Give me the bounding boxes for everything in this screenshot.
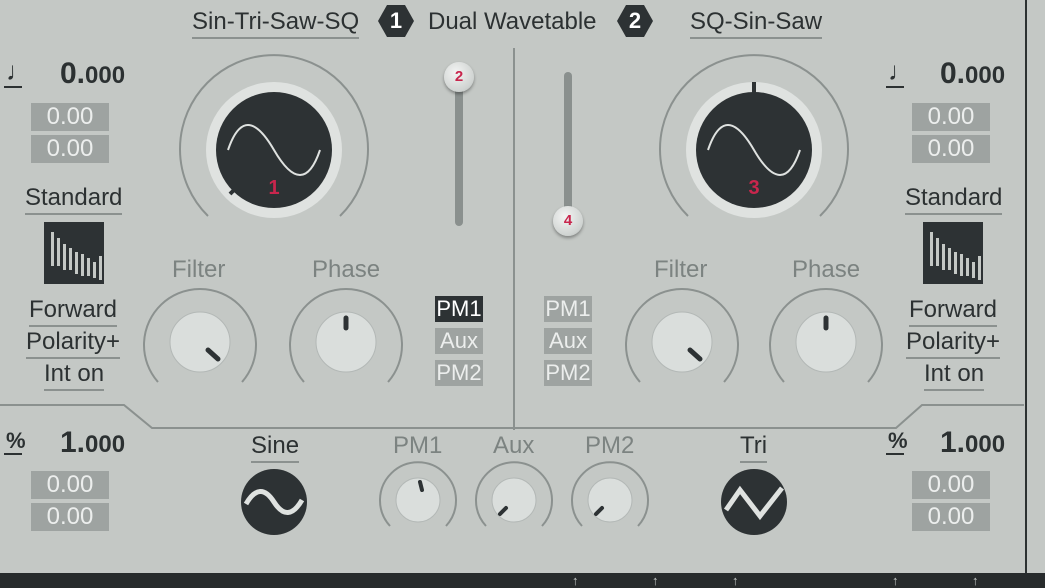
note-icon: ♩ (6, 56, 32, 86)
osc1-filter-label: Filter (172, 256, 226, 283)
sine-wave-icon[interactable] (240, 468, 308, 536)
osc2-amount-mod1[interactable]: 0.00 (912, 471, 990, 499)
arrow-up-icon[interactable]: ↑ (572, 574, 579, 587)
arrow-up-icon[interactable]: ↑ (732, 574, 739, 587)
osc1-amount-value[interactable]: 1.000 (60, 426, 125, 460)
osc2-pitch-mod1[interactable]: 0.00 (912, 103, 990, 131)
osc2-amount-mod2[interactable]: 0.00 (912, 503, 990, 531)
osc2-filter-knob[interactable] (622, 282, 742, 392)
osc1-direction-select[interactable]: Forward (29, 296, 118, 327)
mod-button-aux-right[interactable]: Aux (544, 328, 592, 354)
pm2-label: PM2 (585, 432, 635, 459)
osc2-filter-label: Filter (654, 256, 708, 283)
osc1-interp-select[interactable]: Int on (44, 360, 105, 391)
aux-label: Aux (493, 432, 535, 459)
aux-knob[interactable] (472, 458, 556, 532)
osc1-wavetable-select[interactable]: Sin-Tri-Saw-SQ (192, 8, 360, 39)
mod-button-pm2-right[interactable]: PM2 (544, 360, 592, 386)
fader1-track[interactable] (455, 78, 463, 226)
arrow-up-icon[interactable]: ↑ (972, 574, 979, 587)
osc1-pitch-mod1[interactable]: 0.00 (31, 103, 109, 131)
osc1-waveform-icon[interactable] (44, 222, 104, 284)
percent-icon: % (6, 428, 26, 453)
osc1-filter-knob[interactable] (140, 282, 260, 392)
lfo1-shape-select[interactable]: Sine (251, 432, 300, 463)
lfo2-shape-select[interactable]: Tri (740, 432, 768, 463)
page-title: Dual Wavetable (428, 8, 597, 35)
osc2-polarity-select[interactable]: Polarity+ (906, 328, 1001, 359)
osc1-pitch-value[interactable]: 0.000 (60, 57, 125, 91)
note-icon: ♩ (888, 56, 914, 86)
osc2-position-knob[interactable]: 3 (652, 48, 856, 234)
osc1-knob-marker: 1 (268, 177, 279, 199)
osc1-mode-select[interactable]: Standard (25, 184, 123, 215)
pm2-knob[interactable] (568, 458, 652, 532)
osc1-phase-knob[interactable] (286, 282, 406, 392)
arrow-up-icon[interactable]: ↑ (892, 574, 899, 587)
osc2-mode-select[interactable]: Standard (905, 184, 1003, 215)
fader2-handle[interactable]: 4 (553, 206, 583, 236)
note-icon-underline (4, 86, 22, 88)
osc2-phase-knob[interactable] (766, 282, 886, 392)
osc1-amount-mod2[interactable]: 0.00 (31, 503, 109, 531)
note-icon-underline (886, 86, 904, 88)
arrow-up-icon[interactable]: ↑ (652, 574, 659, 587)
osc1-position-knob[interactable]: 1 (172, 48, 376, 234)
triangle-wave-icon[interactable] (720, 468, 788, 536)
osc2-pitch-mod2[interactable]: 0.00 (912, 135, 990, 163)
osc2-waveform-icon[interactable] (923, 222, 983, 284)
osc2-knob-marker: 3 (748, 177, 759, 199)
fader2-track[interactable] (564, 72, 572, 220)
fader1-handle[interactable]: 2 (444, 62, 474, 92)
mod-button-pm2-left[interactable]: PM2 (435, 360, 483, 386)
osc1-amount-mod1[interactable]: 0.00 (31, 471, 109, 499)
osc2-amount-value[interactable]: 1.000 (940, 426, 1005, 460)
osc1-polarity-select[interactable]: Polarity+ (26, 328, 121, 359)
percent-icon-underline (4, 453, 22, 455)
osc2-phase-label: Phase (792, 256, 861, 283)
mod-button-aux-left[interactable]: Aux (435, 328, 483, 354)
pm1-label: PM1 (393, 432, 443, 459)
footer-bar (0, 573, 1045, 588)
mod-button-pm1-right[interactable]: PM1 (544, 296, 592, 322)
osc2-direction-select[interactable]: Forward (909, 296, 998, 327)
osc1-phase-label: Phase (312, 256, 381, 283)
osc2-wavetable-select[interactable]: SQ-Sin-Saw (690, 8, 823, 39)
pm1-knob[interactable] (376, 458, 460, 532)
mod-button-pm1-left[interactable]: PM1 (435, 296, 483, 322)
osc2-interp-select[interactable]: Int on (924, 360, 985, 391)
percent-icon-underline (886, 453, 904, 455)
percent-icon: % (888, 428, 908, 453)
osc1-pitch-mod2[interactable]: 0.00 (31, 135, 109, 163)
osc2-pitch-value[interactable]: 0.000 (940, 57, 1005, 91)
